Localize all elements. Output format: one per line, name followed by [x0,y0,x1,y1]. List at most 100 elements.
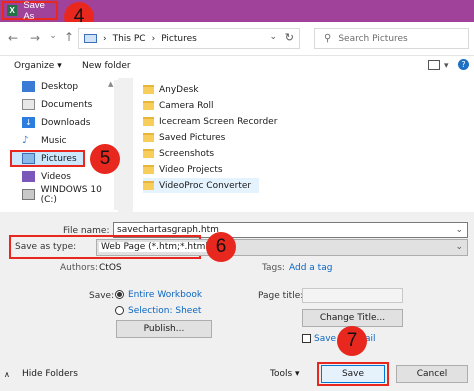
publish-button[interactable]: Publish... [116,320,212,338]
callout-badge-6: 6 [206,232,236,262]
folder-name: Video Projects [159,164,223,175]
list-item[interactable]: Camera Roll [143,98,214,113]
address-dropdown-icon[interactable]: ⌄ [269,32,277,42]
music-icon: ♪ [22,135,29,146]
list-item[interactable]: Icecream Screen Recorder [143,114,277,129]
file-name-dropdown-icon[interactable]: ⌄ [455,223,463,237]
list-item[interactable]: VideoProc Converter [143,178,260,193]
address-row: ← → ⌄ ↑ › This PC › Pictures ⌄ ↻ ⚲ Searc… [0,22,474,56]
tags-label: Tags: [262,263,285,273]
sidebar-item-label: WINDOWS 10 (C:) [40,184,102,205]
downloads-icon: ↓ [22,117,35,128]
path-separator: › [103,33,107,44]
window-title: X Save As [2,0,58,22]
page-title-field[interactable] [302,288,403,303]
file-name-value: savechartasgraph.htm [117,225,219,235]
sidebar-item-documents[interactable]: Documents [22,96,92,113]
sidebar-item-videos[interactable]: Videos [22,168,71,185]
sidebar-item-label: Downloads [41,117,91,128]
search-input[interactable]: ⚲ Search Pictures [314,28,469,49]
folder-icon [143,117,154,126]
up-arrow-icon[interactable]: ↑ [62,30,76,44]
breadcrumb-pictures[interactable]: Pictures [161,34,197,44]
breadcrumb-this-pc[interactable]: This PC [113,34,146,44]
toolbar: Organize ▾ New folder ▾ ? [0,56,474,78]
save-type-value: Web Page (*.htm;*.html) [99,242,214,252]
sidebar-item-label: Videos [41,171,71,182]
tools-menu[interactable]: Tools ▾ [270,369,300,379]
callout-badge-7: 7 [337,326,367,356]
folder-icon [143,133,154,142]
scroll-up-icon[interactable]: ▲ [108,80,113,88]
sidebar-item-label: Pictures [41,153,77,164]
documents-icon [22,99,35,110]
sidebar-item-downloads[interactable]: ↓ Downloads [22,114,90,131]
sidebar-item-label: Music [41,135,67,146]
refresh-icon[interactable]: ↻ [285,31,294,44]
add-tag-link[interactable]: Add a tag [289,263,332,273]
folder-icon [143,101,154,110]
file-list: AnyDesk Camera Roll Icecream Screen Reco… [133,78,474,212]
folder-name: Saved Pictures [159,132,226,143]
save-scope-label: Save: [89,291,115,301]
forward-arrow-icon[interactable]: → [28,31,42,45]
sidebar-item-desktop[interactable]: Desktop [22,78,78,95]
list-item[interactable]: Screenshots [143,146,214,161]
videos-icon [22,171,35,182]
radio-selected-icon [115,290,124,299]
sidebar-item-label: Desktop [41,81,79,92]
save-options-area: File name: savechartasgraph.htm ⌄ Save a… [0,217,474,391]
list-item[interactable]: AnyDesk [143,82,199,97]
address-bar[interactable]: › This PC › Pictures ⌄ ↻ [78,28,300,49]
entire-workbook-label: Entire Workbook [128,290,203,300]
selection-sheet-label: Selection: Sheet [128,306,202,316]
folder-icon [143,85,154,94]
save-type-dropdown-icon[interactable]: ⌄ [455,240,463,255]
excel-icon: X [7,5,18,16]
radio-icon [115,306,124,315]
save-type-label: Save as type: [15,242,77,252]
list-item[interactable]: Video Projects [143,162,223,177]
folder-name: AnyDesk [159,84,199,95]
folder-name: Camera Roll [159,100,214,111]
sidebar-item-music[interactable]: ♪ Music [22,132,67,149]
path-separator: › [151,33,156,44]
authors-value[interactable]: CtOS [99,263,122,273]
list-item[interactable]: Saved Pictures [143,130,225,145]
folder-icon [143,149,154,158]
save-button[interactable]: Save [321,365,385,383]
view-options-icon[interactable] [428,60,440,70]
sidebar-item-pictures[interactable]: Pictures [10,150,85,167]
help-icon[interactable]: ? [458,59,469,70]
new-folder-button[interactable]: New folder [82,61,131,71]
sidebar-item-windows-drive[interactable]: WINDOWS 10 (C:) [22,184,118,205]
pictures-icon [22,153,35,164]
callout-badge-5: 5 [90,144,120,174]
search-placeholder: Search Pictures [338,33,408,44]
folder-name: Screenshots [159,148,215,159]
back-arrow-icon[interactable]: ← [6,31,20,45]
recent-chevron-icon[interactable]: ⌄ [46,31,60,41]
desktop-icon [22,81,35,92]
page-title-label: Page title: [258,291,304,301]
organize-button[interactable]: Organize ▾ [14,61,62,71]
collapse-chevron-icon[interactable]: ∧ [4,370,10,379]
change-title-button[interactable]: Change Title... [302,309,403,327]
this-pc-icon [84,34,97,43]
save-type-select[interactable]: Web Page (*.htm;*.html) ⌄ [96,239,468,256]
view-dropdown-icon[interactable]: ▾ [444,61,449,71]
save-thumbnail-checkbox[interactable] [302,334,311,343]
cancel-button[interactable]: Cancel [396,365,468,383]
folder-icon [143,181,154,190]
authors-label: Authors: [60,263,99,273]
sidebar-item-label: Documents [41,99,93,110]
entire-workbook-radio[interactable]: Entire Workbook [115,290,202,300]
folder-name: VideoProc Converter [159,180,252,191]
search-icon: ⚲ [324,33,332,44]
selection-sheet-radio[interactable]: Selection: Sheet [115,306,201,316]
tools-label: Tools [270,369,293,379]
window-title-text: Save As [23,0,45,22]
folder-icon [143,165,154,174]
folder-name: Icecream Screen Recorder [159,116,278,127]
hide-folders-button[interactable]: Hide Folders [22,369,78,379]
